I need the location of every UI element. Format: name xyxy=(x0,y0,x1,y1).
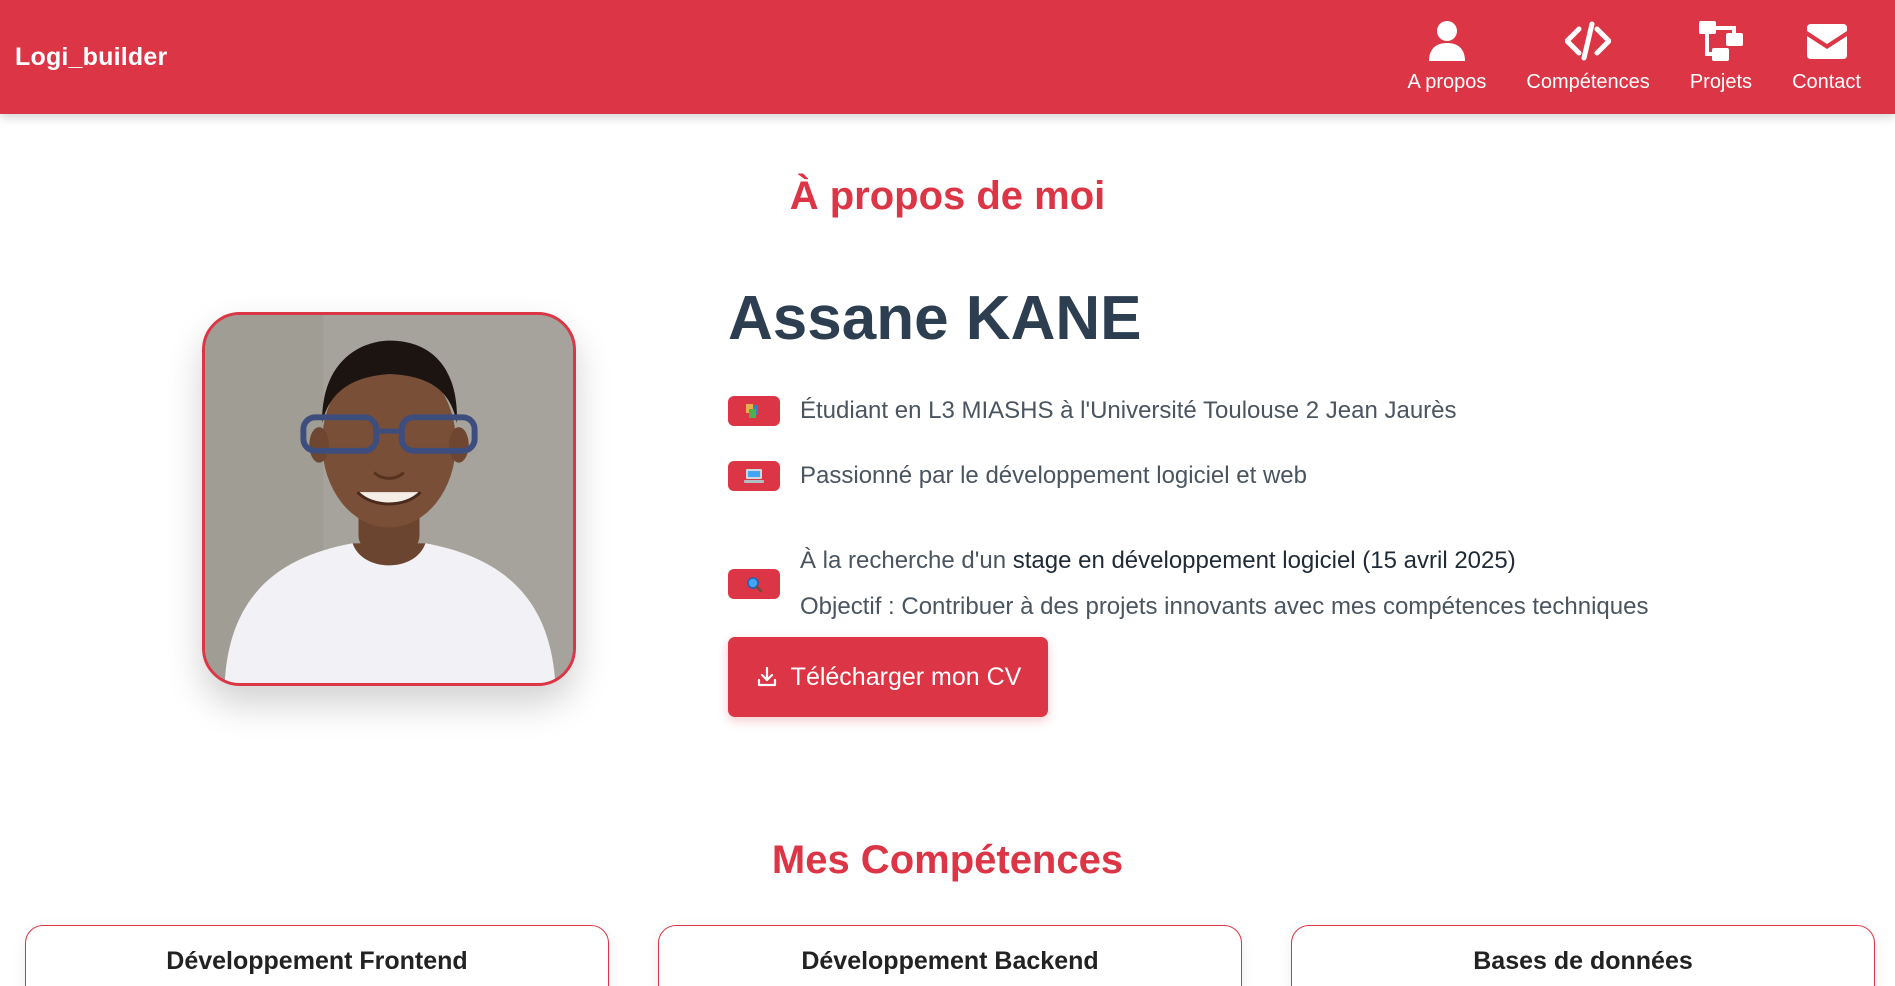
skill-card-title: Bases de données xyxy=(1473,947,1693,975)
download-cv-label: Télécharger mon CV xyxy=(790,662,1022,691)
profile-portrait-image xyxy=(205,315,573,683)
nav-label: Projets xyxy=(1689,71,1753,93)
nav-item-contact[interactable]: Contact xyxy=(1772,0,1881,114)
nav-label: A propos xyxy=(1407,71,1487,93)
brand-logo[interactable]: Logi_builder xyxy=(15,43,167,72)
skill-card-title: Développement Frontend xyxy=(166,947,468,975)
nav-label: Compétences xyxy=(1526,71,1650,93)
skill-card-frontend[interactable]: Développement Frontend xyxy=(25,925,609,986)
nav-item-competences[interactable]: Compétences xyxy=(1506,0,1669,114)
internship-line-1: À la recherche d'un stage en développeme… xyxy=(800,547,1648,575)
navbar: Logi_builder A propos Compétences Projet… xyxy=(0,0,1895,114)
nav-item-projets[interactable]: Projets xyxy=(1670,0,1772,114)
info-text: Étudiant en L3 MIASHS à l'Université Tou… xyxy=(800,397,1457,424)
magnifier-icon xyxy=(728,569,780,599)
skill-card-databases[interactable]: Bases de données xyxy=(1291,925,1875,986)
skills-title: Mes Compétences xyxy=(771,838,1124,882)
info-text: Passionné par le développement logiciel … xyxy=(800,462,1307,489)
profile-name: Assane KANE xyxy=(728,284,1142,353)
laptop-icon xyxy=(728,461,780,491)
skill-card-backend[interactable]: Développement Backend xyxy=(658,925,1242,986)
skill-card-title: Développement Backend xyxy=(801,947,1099,975)
internship-text: À la recherche d'un stage en développeme… xyxy=(800,547,1648,621)
user-icon xyxy=(1428,21,1465,61)
nav-label: Contact xyxy=(1792,71,1861,93)
info-row-passion: Passionné par le développement logiciel … xyxy=(728,461,1307,491)
profile-photo xyxy=(202,312,576,686)
info-row-studies: Étudiant en L3 MIASHS à l'Université Tou… xyxy=(728,396,1457,426)
nav-item-a-propos[interactable]: A propos xyxy=(1387,0,1506,114)
internship-highlight: stage en développement logiciel (15 avri… xyxy=(1012,547,1516,574)
books-icon xyxy=(728,396,780,426)
main-nav: A propos Compétences Projets Contact xyxy=(1387,0,1881,114)
internship-prefix: À la recherche d'un xyxy=(800,547,1013,574)
info-row-internship: À la recherche d'un stage en développeme… xyxy=(728,547,1648,621)
objective-line: Objectif : Contribuer à des projets inno… xyxy=(800,593,1649,620)
code-icon xyxy=(1565,21,1612,61)
envelope-icon xyxy=(1806,24,1847,59)
download-cv-button[interactable]: Télécharger mon CV xyxy=(728,637,1048,717)
download-icon xyxy=(757,666,776,687)
about-title: À propos de moi xyxy=(789,174,1106,218)
sitemap-icon xyxy=(1698,21,1743,61)
